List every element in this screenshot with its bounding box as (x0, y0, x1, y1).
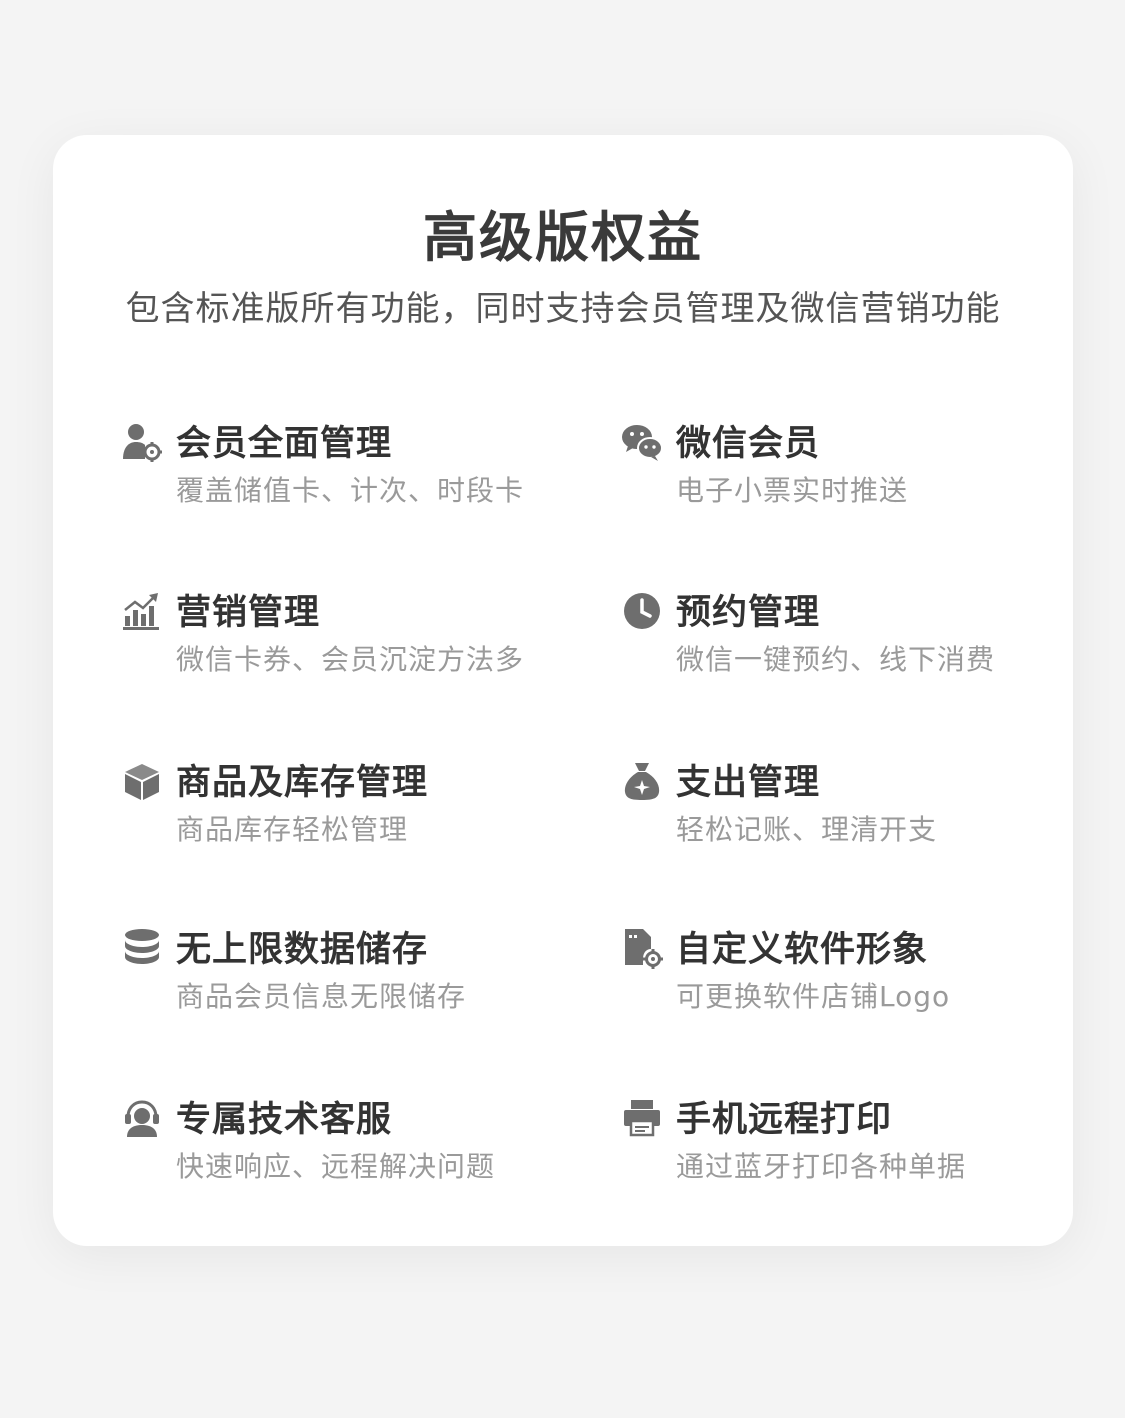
benefits-card: 高级版权益 包含标准版所有功能，同时支持会员管理及微信营销功能 会员全面管理 覆… (53, 135, 1073, 1246)
wechat-icon (621, 421, 663, 463)
headset-icon (121, 1097, 163, 1139)
feature-unlimited-storage: 无上限数据储存 商品会员信息无限储存 (121, 927, 581, 1037)
database-icon (121, 927, 163, 969)
feature-desc: 商品会员信息无限储存 (176, 980, 467, 1013)
feature-member-management: 会员全面管理 覆盖储值卡、计次、时段卡 (121, 421, 581, 531)
feature-remote-printing: 手机远程打印 通过蓝牙打印各种单据 (621, 1097, 1081, 1207)
file-gear-icon (621, 927, 663, 969)
feature-title: 专属技术客服 (176, 1100, 393, 1140)
feature-desc: 快速响应、远程解决问题 (176, 1150, 496, 1183)
money-bag-icon (621, 760, 663, 802)
feature-title: 商品及库存管理 (176, 763, 429, 803)
chart-growth-icon (121, 590, 163, 632)
clock-icon (621, 590, 663, 632)
feature-custom-branding: 自定义软件形象 可更换软件店铺Logo (621, 927, 1081, 1037)
feature-title: 支出管理 (676, 763, 821, 803)
feature-title: 会员全面管理 (176, 424, 393, 464)
feature-desc: 可更换软件店铺Logo (676, 980, 951, 1013)
feature-desc: 商品库存轻松管理 (176, 813, 409, 846)
feature-title: 手机远程打印 (676, 1100, 893, 1140)
feature-desc: 通过蓝牙打印各种单据 (676, 1150, 967, 1183)
feature-desc: 轻松记账、理清开支 (676, 813, 938, 846)
feature-inventory-management: 商品及库存管理 商品库存轻松管理 (121, 760, 581, 870)
printer-icon (621, 1097, 663, 1139)
feature-title: 营销管理 (176, 593, 321, 633)
feature-desc: 微信卡券、会员沉淀方法多 (176, 643, 525, 676)
feature-title: 预约管理 (676, 593, 821, 633)
feature-dedicated-support: 专属技术客服 快速响应、远程解决问题 (121, 1097, 581, 1207)
feature-wechat-member: 微信会员 电子小票实时推送 (621, 421, 1081, 531)
box-icon (121, 760, 163, 802)
feature-appointment-management: 预约管理 微信一键预约、线下消费 (621, 590, 1081, 700)
feature-expense-management: 支出管理 轻松记账、理清开支 (621, 760, 1081, 870)
feature-title: 微信会员 (676, 424, 821, 464)
user-gear-icon (121, 421, 163, 463)
card-title: 高级版权益 (423, 206, 703, 269)
feature-title: 自定义软件形象 (676, 930, 929, 970)
feature-desc: 微信一键预约、线下消费 (676, 643, 996, 676)
card-subtitle: 包含标准版所有功能，同时支持会员管理及微信营销功能 (125, 289, 1001, 329)
feature-desc: 覆盖储值卡、计次、时段卡 (176, 474, 525, 507)
feature-desc: 电子小票实时推送 (676, 474, 909, 507)
feature-title: 无上限数据储存 (176, 930, 429, 970)
feature-marketing-management: 营销管理 微信卡券、会员沉淀方法多 (121, 590, 581, 700)
